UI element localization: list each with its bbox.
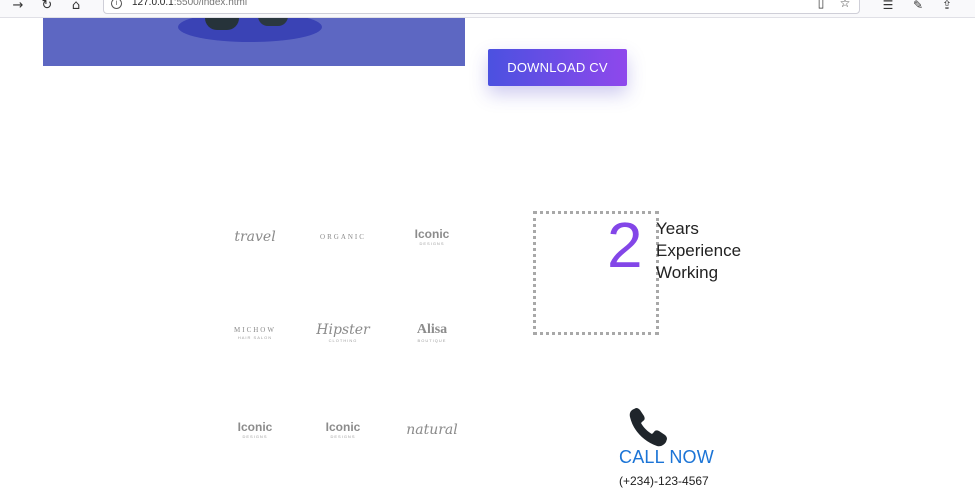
call-now-link[interactable]: CALL NOW — [619, 447, 714, 468]
download-cv-button[interactable]: DOWNLOAD CV — [488, 49, 627, 86]
logo-text: Iconic — [237, 420, 273, 434]
browser-toolbar: → ↻ ⌂ i 127.0.0.1:5500/index.html ▯ ☆ ☰ … — [0, 0, 975, 18]
url-host: 127.0.0.1 — [132, 0, 174, 8]
client-logo-iconic: Iconic DESIGNS — [225, 418, 285, 442]
hero-image — [43, 18, 465, 66]
home-icon[interactable]: ⌂ — [66, 0, 86, 14]
logo-subtext: DESIGNS — [330, 434, 356, 439]
client-logo-natural: natural — [402, 418, 462, 442]
logo-subtext: CLOTHING — [328, 338, 358, 343]
client-logo-travel: travel — [225, 225, 285, 249]
client-logo-hipster: Hipster CLOTHING — [313, 321, 373, 345]
experience-label: Years Experience Working — [656, 218, 776, 284]
url-path: :5500/index.html — [173, 0, 248, 8]
phone-icon — [629, 408, 667, 447]
logo-subtext: DESIGNS — [242, 434, 268, 439]
experience-label-line: Experience — [656, 241, 742, 260]
logo-text: Iconic — [414, 227, 450, 241]
bookmark-star-icon[interactable]: ☆ — [837, 0, 853, 11]
client-logo-organic: ORGANIC — [313, 225, 373, 249]
logo-subtext: BOUTIQUE — [417, 338, 447, 343]
logo-text: Iconic — [325, 420, 361, 434]
site-info-icon[interactable]: i — [111, 0, 122, 9]
client-logo-iconic: Iconic DESIGNS — [313, 418, 373, 442]
client-logo-iconic: Iconic DESIGNS — [402, 225, 462, 249]
favorites-icon[interactable]: ☰ — [879, 0, 897, 14]
logo-subtext: HAIR SALON — [237, 334, 273, 340]
hero-shadow — [178, 18, 322, 42]
logo-text: ORGANIC — [320, 232, 366, 241]
forward-arrow-icon[interactable]: → — [8, 0, 28, 14]
logo-text: Alisa — [416, 322, 448, 337]
experience-years-number: 2 — [607, 209, 643, 281]
logo-text: natural — [406, 422, 458, 438]
collections-icon[interactable]: ✎ — [909, 0, 927, 14]
reader-view-icon[interactable]: ▯ — [813, 0, 829, 11]
logo-text: Hipster — [316, 322, 370, 338]
logo-subtext: DESIGNS — [419, 241, 445, 246]
experience-label-line: Working — [656, 263, 719, 282]
share-icon[interactable]: ⇪ — [938, 0, 956, 14]
experience-label-line: Years — [656, 219, 699, 238]
url-text[interactable]: 127.0.0.1:5500/index.html — [132, 0, 247, 8]
address-bar[interactable]: i 127.0.0.1:5500/index.html ▯ ☆ — [103, 0, 860, 14]
client-logo-alisa: Alisa BOUTIQUE — [402, 321, 462, 345]
phone-number: (+234)-123-4567 — [619, 474, 709, 488]
reload-icon[interactable]: ↻ — [37, 0, 57, 14]
client-logo-michow: MICHOW HAIR SALON — [225, 321, 285, 345]
logo-text: MICHOW — [234, 325, 276, 334]
logo-text: travel — [234, 229, 276, 245]
